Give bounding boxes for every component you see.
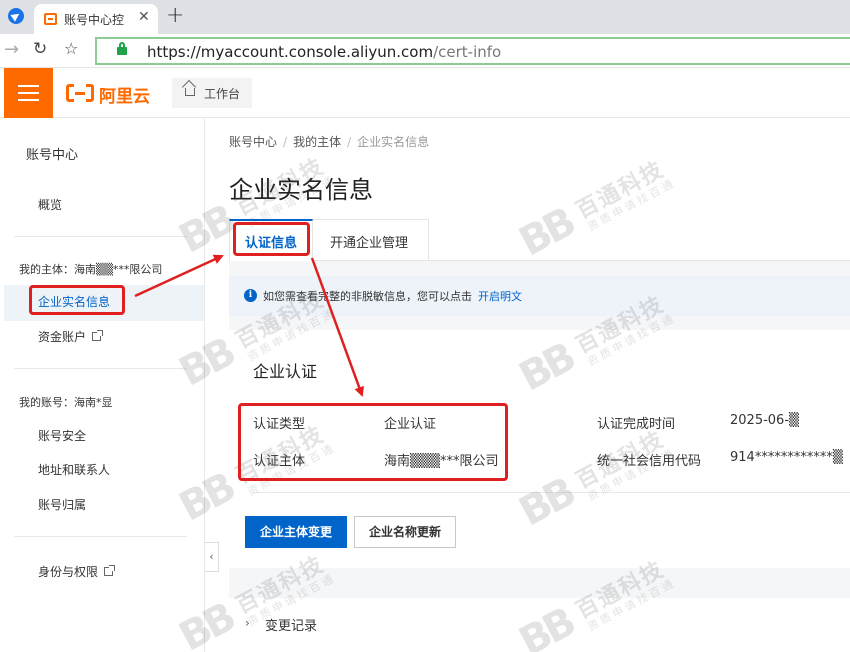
change-subject-button[interactable]: 企业主体变更 [245,516,347,548]
cert-type-label: 认证类型 [253,417,306,432]
browser-tab-title: 账号中心控 [64,13,125,27]
credit-code-label: 统一社会信用代码 [597,454,702,469]
sidebar-collapse-button[interactable]: ‹ [205,542,219,572]
close-tab-icon[interactable]: ✕ [138,9,150,25]
sidebar-item-account-ownership[interactable]: 账号归属 [38,496,86,513]
new-tab-icon[interactable]: + [166,3,184,28]
sidebar-item-identity-permissions[interactable]: 身份与权限 [38,563,116,580]
sidebar-divider [14,536,187,537]
info-notice-bar: i 如您需查看完整的非脱敏信息，您可以点击 开启明文 [229,276,850,316]
cert-type-value: 企业认证 [384,417,437,432]
aliyun-logo-icon [66,84,94,102]
external-link-icon [92,330,104,341]
enterprise-cert-card: 企业认证 认证类型 企业认证 认证主体 海南▒▒▒***限公司 认证完成时间 2… [229,330,850,568]
lock-icon [117,42,127,55]
back-arrow-icon[interactable]: → [4,39,19,60]
tabs-underline [229,260,850,261]
browser-nav-bar: → ↻ ☆ https://myaccount.console.aliyun.c… [0,34,850,68]
address-bar[interactable]: https://myaccount.console.aliyun.com/cer… [95,37,850,65]
show-plaintext-link[interactable]: 开启明文 [478,290,522,303]
sidebar-title: 账号中心 [26,148,79,163]
sidebar-item-address-contacts[interactable]: 地址和联系人 [38,461,110,478]
info-icon: i [244,289,257,302]
breadcrumb: 账号中心 / 我的主体 / 企业实名信息 [229,135,430,149]
sidebar-item-account-security[interactable]: 账号安全 [38,427,86,444]
breadcrumb-item-current: 企业实名信息 [357,135,430,149]
workbench-label: 工作台 [204,87,241,101]
workbench-button[interactable]: 工作台 [172,78,252,108]
cert-subject-label: 认证主体 [253,454,306,469]
browser-tab[interactable]: 账号中心控 ✕ [34,4,158,34]
change-history-section[interactable]: › 变更记录 [229,598,850,652]
sidebar-item-fund-account[interactable]: 资金账户 [38,328,104,345]
change-history-label: 变更记录 [265,619,318,634]
page-title: 企业实名信息 [229,176,373,204]
sidebar-divider [14,236,187,237]
cert-subject-value: 海南▒▒▒***限公司 [384,454,499,469]
aliyun-favicon-icon [44,13,57,25]
notice-text: 如您需查看完整的非脱敏信息，您可以点击 开启明文 [263,290,522,303]
sidebar-subject-label: 我的主体：海南▒▒***限公司 [19,263,163,276]
console-top-bar: 阿里云 工作台 [0,68,850,118]
sidebar-item-overview[interactable]: 概览 [38,196,62,213]
tab-cert-info-label: 认证信息 [245,236,298,251]
update-name-button[interactable]: 企业名称更新 [354,516,456,548]
chevron-right-icon: › [245,616,250,630]
external-link-icon [104,565,116,576]
cert-complete-time-value: 2025-06-▒ [730,413,800,428]
tab-enterprise-management[interactable]: 开通企业管理 [313,219,429,260]
breadcrumb-item-account-center[interactable]: 账号中心 [229,135,277,149]
browser-logo-icon [8,8,24,24]
bookmark-star-icon[interactable]: ☆ [64,39,78,58]
sidebar-divider [14,368,187,369]
home-icon [185,88,195,96]
sidebar: 账号中心 概览 我的主体：海南▒▒***限公司 企业实名信息 资金账户 我的账号… [4,118,205,652]
credit-code-value: 914************▒ [730,450,843,465]
card-title: 企业认证 [253,362,318,381]
cert-complete-time-label: 认证完成时间 [597,417,676,432]
tab-cert-info[interactable]: 认证信息 [229,219,313,261]
aliyun-logo-text: 阿里云 [99,87,150,107]
reload-icon[interactable]: ↻ [33,39,47,59]
hamburger-menu-button[interactable] [4,68,53,118]
sidebar-item-cert-info[interactable]: 企业实名信息 [38,293,110,310]
url-text: https://myaccount.console.aliyun.com/cer… [147,43,502,61]
tab-enterprise-management-label: 开通企业管理 [330,236,409,251]
browser-tab-bar: 账号中心控 ✕ + [0,0,850,34]
card-divider [253,492,850,493]
sidebar-account-label: 我的账号：海南*显 [19,396,113,409]
breadcrumb-item-my-subject[interactable]: 我的主体 [293,135,341,149]
